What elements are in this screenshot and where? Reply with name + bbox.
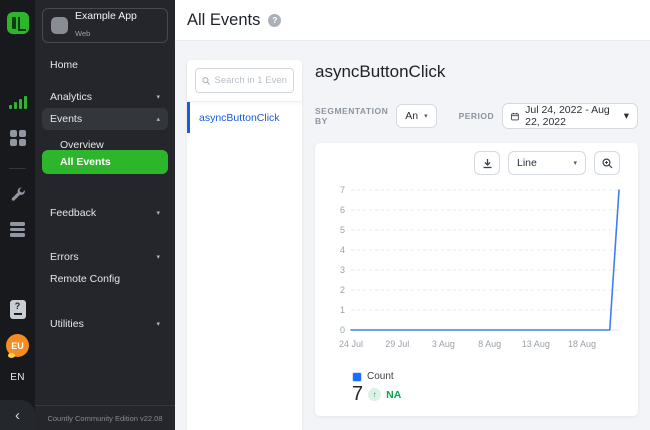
language-selector[interactable]: EN [0, 372, 35, 383]
chevron-down-icon: ▾ [156, 209, 160, 217]
server-stack-icon [10, 222, 25, 237]
countly-dashboard: ? EU EN ‹ Example App Web Home Analytics… [0, 0, 650, 430]
zoom-chart-button[interactable] [594, 151, 620, 175]
sidebar-item-home[interactable]: Home [42, 54, 168, 76]
search-icon [202, 76, 211, 86]
event-title: asyncButtonClick [315, 62, 445, 82]
nav-label: Remote Config [50, 273, 120, 285]
events-search-area [187, 60, 302, 102]
legend-label: Count [367, 371, 394, 382]
app-type: Web [75, 29, 90, 38]
legend-swatch [352, 372, 362, 382]
data-manager-icon[interactable] [0, 222, 35, 237]
app-icon [51, 17, 68, 34]
events-list-panel: asyncButtonClick [187, 60, 302, 430]
download-chart-button[interactable] [474, 151, 500, 175]
metric-summary: 7 ↑ NA [352, 383, 401, 406]
chart-type-value: Line [517, 157, 537, 169]
sidebar-item-remote-config[interactable]: Remote Config [42, 268, 168, 290]
nav-label: Events [50, 113, 82, 125]
svg-text:2: 2 [340, 285, 345, 295]
page-title: All Events [187, 11, 260, 30]
event-controls: SEGMENTATION BY An ▾ PERIOD Jul 24, 2022… [315, 103, 638, 129]
events-search-box[interactable] [195, 68, 294, 93]
chart-card: Line ▾ 0 1 2 3 4 5 6 7 24 Jul 29 Jul 3 Aug 8 Aug 13 … [315, 143, 638, 416]
sidebar-item-events[interactable]: Events ▴ [42, 108, 168, 130]
trend-change: NA [386, 389, 401, 401]
sidebar-item-analytics[interactable]: Analytics ▾ [42, 86, 168, 108]
chevron-down-icon: ▾ [156, 93, 160, 101]
avatar-initials: EU [6, 334, 29, 357]
nav-label: All Events [60, 156, 111, 168]
nav-label: Home [50, 59, 78, 71]
trend-up-icon: ↑ [368, 388, 381, 401]
segmentation-value: An [405, 110, 418, 122]
icon-rail: ? EU EN ‹ [0, 0, 35, 430]
nav-label: Analytics [50, 91, 92, 103]
svg-text:13 Aug: 13 Aug [522, 339, 550, 349]
metric-total: 7 [352, 383, 363, 406]
svg-text:24 Jul: 24 Jul [339, 339, 363, 349]
period-value: Jul 24, 2022 - Aug 22, 2022 [525, 104, 618, 128]
nav-label: Utilities [50, 318, 84, 330]
legend-item-count[interactable]: Count [352, 371, 394, 382]
countly-logo[interactable] [7, 12, 29, 34]
svg-text:18 Aug: 18 Aug [568, 339, 596, 349]
bar-chart-icon [9, 96, 27, 109]
svg-text:1: 1 [340, 305, 345, 315]
download-icon [482, 158, 493, 169]
period-picker[interactable]: Jul 24, 2022 - Aug 22, 2022 ▾ [502, 103, 638, 129]
chevron-down-icon: ▾ [156, 320, 160, 328]
nav-label: Feedback [50, 207, 96, 219]
chevron-up-icon: ▴ [156, 115, 160, 123]
chevron-down-icon: ▾ [424, 112, 428, 120]
chart-type-select[interactable]: Line ▾ [508, 151, 586, 175]
app-selector[interactable]: Example App Web [42, 8, 168, 43]
help-icon[interactable]: ? [268, 14, 281, 27]
sidebar-item-all-events[interactable]: All Events [42, 150, 168, 174]
language-label: EN [10, 372, 25, 383]
svg-text:7: 7 [340, 185, 345, 195]
analytics-bars-icon[interactable] [0, 96, 35, 109]
app-name: Example App [75, 10, 137, 23]
svg-text:3: 3 [340, 265, 345, 275]
grid-icon [10, 130, 26, 146]
segmentation-label: SEGMENTATION BY [315, 106, 388, 126]
edition-footer: Countly Community Edition v22.08 [35, 405, 175, 430]
sidebar-item-feedback[interactable]: Feedback ▾ [42, 202, 168, 224]
svg-text:0: 0 [340, 325, 345, 335]
svg-text:4: 4 [340, 245, 345, 255]
zoom-in-icon [602, 158, 613, 169]
svg-text:8 Aug: 8 Aug [478, 339, 501, 349]
sidebar-collapse-button[interactable]: ‹ [0, 400, 35, 430]
nav-label: Errors [50, 251, 79, 263]
svg-text:29 Jul: 29 Jul [385, 339, 409, 349]
apps-grid-icon[interactable] [0, 130, 35, 146]
sidebar-item-utilities[interactable]: Utilities ▾ [42, 313, 168, 335]
chart-toolbar: Line ▾ [474, 151, 620, 175]
segmentation-select[interactable]: An ▾ [396, 104, 436, 128]
event-list-item-selected[interactable]: asyncButtonClick [187, 102, 302, 133]
management-wrench-icon[interactable] [0, 186, 35, 202]
wrench-icon [10, 186, 26, 202]
page-header: All Events ? [175, 0, 650, 41]
chevron-down-icon: ▾ [624, 110, 629, 122]
svg-text:3 Aug: 3 Aug [432, 339, 455, 349]
side-navigation: Example App Web Home Analytics ▾ Events … [35, 0, 175, 430]
sidebar-item-errors[interactable]: Errors ▾ [42, 246, 168, 268]
chevron-left-icon: ‹ [15, 408, 20, 423]
svg-text:5: 5 [340, 225, 345, 235]
svg-text:6: 6 [340, 205, 345, 215]
chevron-down-icon: ▾ [573, 159, 577, 167]
chevron-down-icon: ▾ [156, 253, 160, 261]
calendar-icon [511, 111, 519, 122]
guides-icon: ? [10, 300, 26, 319]
period-label: PERIOD [459, 111, 495, 121]
search-input[interactable] [215, 75, 287, 86]
line-chart: 0 1 2 3 4 5 6 7 24 Jul 29 Jul 3 Aug 8 Aug 13 Aug 18 A… [329, 183, 625, 361]
rail-divider [9, 168, 26, 169]
user-avatar[interactable]: EU [0, 334, 35, 357]
help-center-icon[interactable]: ? [0, 300, 35, 319]
